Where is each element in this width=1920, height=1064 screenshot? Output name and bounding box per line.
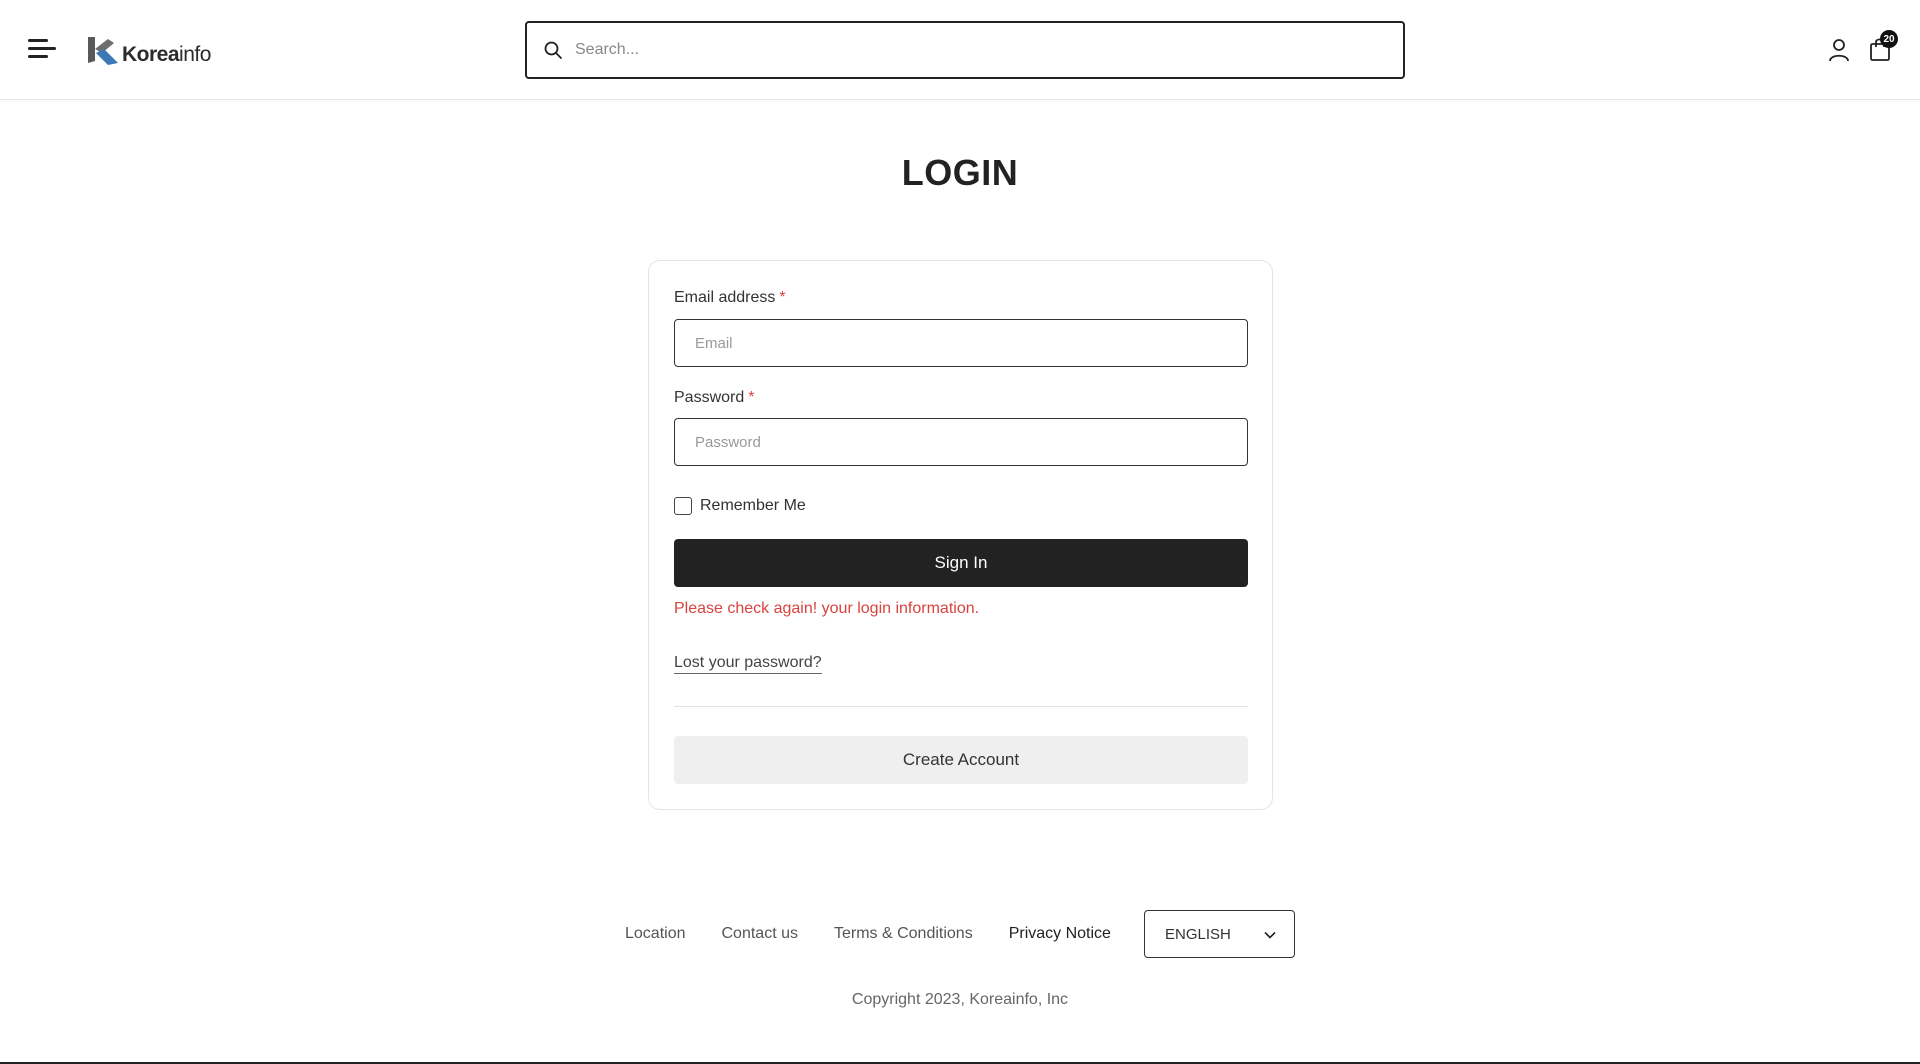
create-account-button[interactable]: Create Account <box>674 736 1248 784</box>
login-error-message: Please check again! your login informati… <box>674 600 980 617</box>
password-label: Password * <box>674 389 755 406</box>
footer-link-contact[interactable]: Contact us <box>722 925 798 943</box>
divider <box>674 706 1248 707</box>
password-field[interactable] <box>674 418 1248 466</box>
lost-password-link[interactable]: Lost your password? <box>674 654 822 674</box>
language-select[interactable]: ENGLISH <box>1144 910 1295 958</box>
remember-me-row[interactable]: Remember Me <box>674 497 806 515</box>
page-title: LOGIN <box>901 152 1019 193</box>
language-select-value: ENGLISH <box>1165 925 1231 943</box>
remember-me-label[interactable]: Remember Me <box>700 497 806 515</box>
copyright-text: Copyright 2023, Koreainfo, Inc <box>851 991 1069 1008</box>
hamburger-menu-icon[interactable] <box>28 36 58 62</box>
footer-link-privacy[interactable]: Privacy Notice <box>1009 925 1111 943</box>
login-card: Email address* Password* Remember Me Sig… <box>648 260 1273 810</box>
required-asterisk: * <box>779 289 786 306</box>
search-icon <box>544 41 562 59</box>
footer-nav: Location Contact us Terms & Conditions P… <box>625 910 1147 958</box>
search-input[interactable] <box>575 41 1375 59</box>
email-label: Email address * <box>674 289 786 306</box>
remember-me-checkbox[interactable] <box>674 497 692 515</box>
site-header: Koreainfo 20 <box>0 0 1920 100</box>
sign-in-button[interactable]: Sign In <box>674 539 1248 587</box>
cart-count-badge: 20 <box>1880 30 1898 48</box>
footer-link-terms[interactable]: Terms & Conditions <box>834 925 973 943</box>
chevron-down-icon <box>1264 931 1276 939</box>
logo-text: Koreainfo <box>122 43 211 66</box>
site-logo[interactable]: Koreainfo <box>86 33 211 69</box>
email-field[interactable] <box>674 319 1248 367</box>
required-asterisk: * <box>748 389 755 406</box>
koreainfo-logo-mark-icon <box>88 37 118 65</box>
search-bar[interactable] <box>525 21 1405 79</box>
footer-link-location[interactable]: Location <box>625 925 686 943</box>
user-icon[interactable] <box>1828 38 1850 62</box>
